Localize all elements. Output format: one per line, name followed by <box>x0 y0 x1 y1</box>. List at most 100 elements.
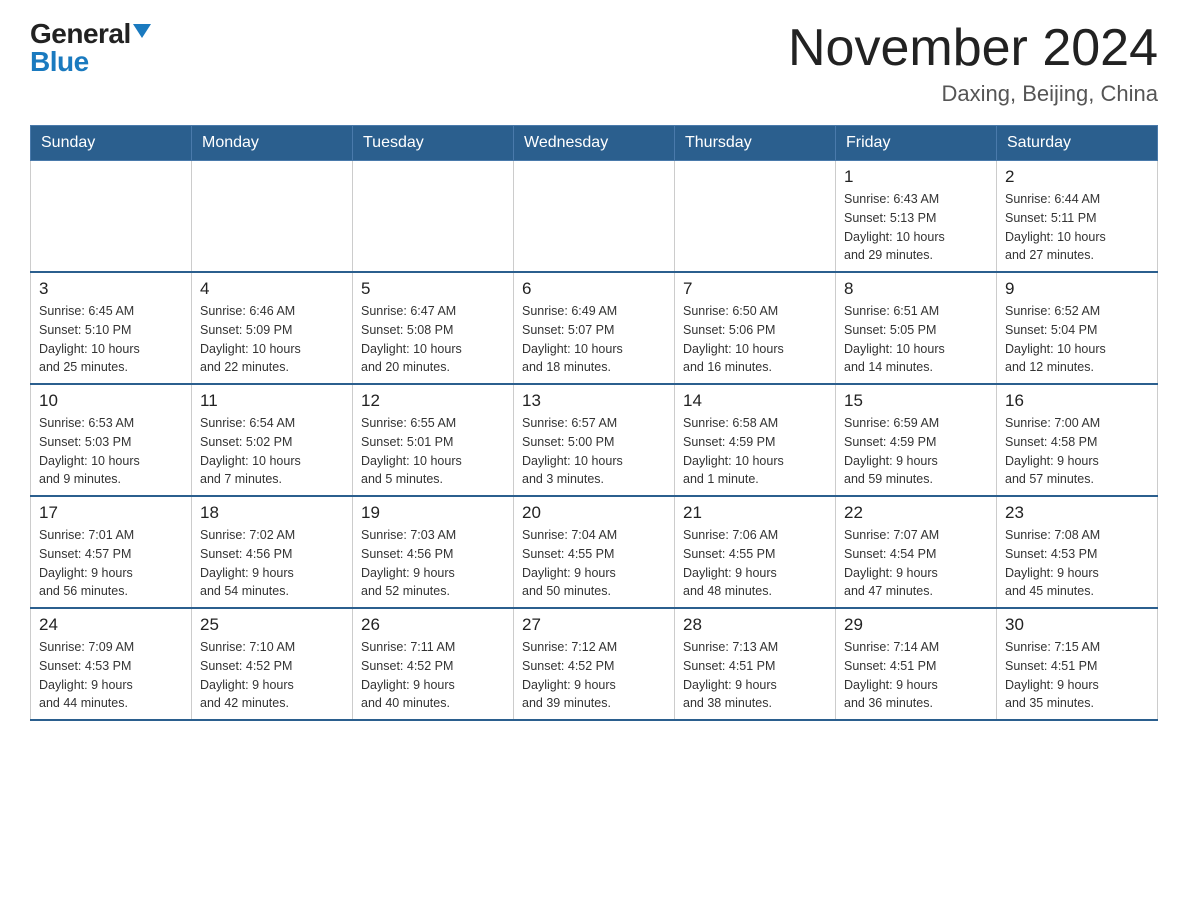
calendar-cell <box>192 161 353 273</box>
day-number: 13 <box>522 391 666 411</box>
day-number: 24 <box>39 615 183 635</box>
day-info: Sunrise: 7:12 AMSunset: 4:52 PMDaylight:… <box>522 638 666 713</box>
calendar-week-row: 10 Sunrise: 6:53 AMSunset: 5:03 PMDayligh… <box>31 384 1158 496</box>
calendar-cell: 19Sunrise: 7:03 AMSunset: 4:56 PMDayligh… <box>353 496 514 608</box>
day-info: Sunrise: 7:07 AMSunset: 4:54 PMDaylight:… <box>844 526 988 601</box>
day-info: Sunrise: 6:58 AMSunset: 4:59 PMDaylight:… <box>683 414 827 489</box>
day-number: 26 <box>361 615 505 635</box>
calendar-cell: 1Sunrise: 6:43 AMSunset: 5:13 PMDaylight… <box>836 161 997 273</box>
calendar-cell: 5 Sunrise: 6:47 AMSunset: 5:08 PMDaylight… <box>353 272 514 384</box>
logo-general-text: General <box>30 20 131 48</box>
day-info: Sunrise: 6:47 AMSunset: 5:08 PMDaylight:… <box>361 302 505 377</box>
calendar-cell: 29Sunrise: 7:14 AMSunset: 4:51 PMDayligh… <box>836 608 997 720</box>
logo-blue-text: Blue <box>30 48 89 76</box>
day-number: 27 <box>522 615 666 635</box>
day-info: Sunrise: 7:14 AMSunset: 4:51 PMDaylight:… <box>844 638 988 713</box>
calendar-week-row: 24 Sunrise: 7:09 AMSunset: 4:53 PMDayligh… <box>31 608 1158 720</box>
calendar-cell: 4 Sunrise: 6:46 AMSunset: 5:09 PMDaylight… <box>192 272 353 384</box>
calendar-week-row: 1Sunrise: 6:43 AMSunset: 5:13 PMDaylight… <box>31 161 1158 273</box>
day-info: Sunrise: 6:53 AMSunset: 5:03 PMDaylight:… <box>39 414 183 489</box>
day-number: 20 <box>522 503 666 523</box>
day-number: 30 <box>1005 615 1149 635</box>
day-info: Sunrise: 7:11 AMSunset: 4:52 PMDaylight:… <box>361 638 505 713</box>
day-number: 6 <box>522 279 666 299</box>
calendar-cell: 10 Sunrise: 6:53 AMSunset: 5:03 PMDayligh… <box>31 384 192 496</box>
month-title: November 2024 <box>788 20 1158 77</box>
day-info: Sunrise: 7:13 AMSunset: 4:51 PMDaylight:… <box>683 638 827 713</box>
calendar-table: SundayMondayTuesdayWednesdayThursdayFrid… <box>30 125 1158 721</box>
calendar-cell: 27 Sunrise: 7:12 AMSunset: 4:52 PMDayligh… <box>514 608 675 720</box>
calendar-cell: 3 Sunrise: 6:45 AMSunset: 5:10 PMDaylight… <box>31 272 192 384</box>
day-info: Sunrise: 6:49 AMSunset: 5:07 PMDaylight:… <box>522 302 666 377</box>
day-number: 2 <box>1005 167 1149 187</box>
day-info: Sunrise: 7:02 AMSunset: 4:56 PMDaylight:… <box>200 526 344 601</box>
day-number: 15 <box>844 391 988 411</box>
day-number: 17 <box>39 503 183 523</box>
calendar-cell: 30 Sunrise: 7:15 AMSunset: 4:51 PMDayligh… <box>997 608 1158 720</box>
day-number: 14 <box>683 391 827 411</box>
day-info: Sunrise: 7:08 AMSunset: 4:53 PMDaylight:… <box>1005 526 1149 601</box>
calendar-cell: 8 Sunrise: 6:51 AMSunset: 5:05 PMDaylight… <box>836 272 997 384</box>
calendar-cell <box>31 161 192 273</box>
day-info: Sunrise: 7:01 AMSunset: 4:57 PMDaylight:… <box>39 526 183 601</box>
calendar-cell: 21 Sunrise: 7:06 AMSunset: 4:55 PMDayligh… <box>675 496 836 608</box>
day-info: Sunrise: 6:44 AMSunset: 5:11 PMDaylight:… <box>1005 190 1149 265</box>
day-info: Sunrise: 7:03 AMSunset: 4:56 PMDaylight:… <box>361 526 505 601</box>
calendar-cell: 26 Sunrise: 7:11 AMSunset: 4:52 PMDayligh… <box>353 608 514 720</box>
calendar-cell: 12 Sunrise: 6:55 AMSunset: 5:01 PMDayligh… <box>353 384 514 496</box>
day-header-friday: Friday <box>836 126 997 161</box>
day-header-wednesday: Wednesday <box>514 126 675 161</box>
calendar-header-row: SundayMondayTuesdayWednesdayThursdayFrid… <box>31 126 1158 161</box>
day-number: 3 <box>39 279 183 299</box>
calendar-cell: 28Sunrise: 7:13 AMSunset: 4:51 PMDayligh… <box>675 608 836 720</box>
day-number: 12 <box>361 391 505 411</box>
day-number: 4 <box>200 279 344 299</box>
calendar-cell: 7 Sunrise: 6:50 AMSunset: 5:06 PMDaylight… <box>675 272 836 384</box>
calendar-cell <box>353 161 514 273</box>
day-info: Sunrise: 6:57 AMSunset: 5:00 PMDaylight:… <box>522 414 666 489</box>
day-info: Sunrise: 6:54 AMSunset: 5:02 PMDaylight:… <box>200 414 344 489</box>
calendar-cell: 2 Sunrise: 6:44 AMSunset: 5:11 PMDaylight… <box>997 161 1158 273</box>
calendar-cell: 20Sunrise: 7:04 AMSunset: 4:55 PMDayligh… <box>514 496 675 608</box>
day-number: 21 <box>683 503 827 523</box>
logo-triangle-icon <box>133 24 151 38</box>
calendar-cell <box>675 161 836 273</box>
calendar-cell: 24 Sunrise: 7:09 AMSunset: 4:53 PMDayligh… <box>31 608 192 720</box>
calendar-cell: 23Sunrise: 7:08 AMSunset: 4:53 PMDayligh… <box>997 496 1158 608</box>
day-number: 1 <box>844 167 988 187</box>
calendar-cell: 18 Sunrise: 7:02 AMSunset: 4:56 PMDayligh… <box>192 496 353 608</box>
day-info: Sunrise: 6:55 AMSunset: 5:01 PMDaylight:… <box>361 414 505 489</box>
day-number: 7 <box>683 279 827 299</box>
day-info: Sunrise: 7:00 AMSunset: 4:58 PMDaylight:… <box>1005 414 1149 489</box>
logo: General Blue <box>30 20 151 76</box>
day-info: Sunrise: 6:46 AMSunset: 5:09 PMDaylight:… <box>200 302 344 377</box>
day-info: Sunrise: 6:59 AMSunset: 4:59 PMDaylight:… <box>844 414 988 489</box>
day-number: 18 <box>200 503 344 523</box>
day-number: 22 <box>844 503 988 523</box>
calendar-week-row: 17 Sunrise: 7:01 AMSunset: 4:57 PMDayligh… <box>31 496 1158 608</box>
calendar-cell: 25Sunrise: 7:10 AMSunset: 4:52 PMDayligh… <box>192 608 353 720</box>
day-number: 10 <box>39 391 183 411</box>
day-info: Sunrise: 6:51 AMSunset: 5:05 PMDaylight:… <box>844 302 988 377</box>
day-number: 25 <box>200 615 344 635</box>
day-header-monday: Monday <box>192 126 353 161</box>
calendar-cell <box>514 161 675 273</box>
calendar-cell: 9Sunrise: 6:52 AMSunset: 5:04 PMDaylight… <box>997 272 1158 384</box>
day-number: 16 <box>1005 391 1149 411</box>
calendar-cell: 14 Sunrise: 6:58 AMSunset: 4:59 PMDayligh… <box>675 384 836 496</box>
day-info: Sunrise: 6:45 AMSunset: 5:10 PMDaylight:… <box>39 302 183 377</box>
day-number: 8 <box>844 279 988 299</box>
calendar-cell: 13 Sunrise: 6:57 AMSunset: 5:00 PMDayligh… <box>514 384 675 496</box>
day-number: 5 <box>361 279 505 299</box>
page-header: General Blue November 2024 Daxing, Beiji… <box>30 20 1158 107</box>
day-number: 9 <box>1005 279 1149 299</box>
location-subtitle: Daxing, Beijing, China <box>788 81 1158 107</box>
day-info: Sunrise: 7:06 AMSunset: 4:55 PMDaylight:… <box>683 526 827 601</box>
day-info: Sunrise: 6:50 AMSunset: 5:06 PMDaylight:… <box>683 302 827 377</box>
calendar-cell: 6 Sunrise: 6:49 AMSunset: 5:07 PMDaylight… <box>514 272 675 384</box>
header-right: November 2024 Daxing, Beijing, China <box>788 20 1158 107</box>
calendar-cell: 22 Sunrise: 7:07 AMSunset: 4:54 PMDayligh… <box>836 496 997 608</box>
calendar-cell: 17 Sunrise: 7:01 AMSunset: 4:57 PMDayligh… <box>31 496 192 608</box>
day-info: Sunrise: 7:09 AMSunset: 4:53 PMDaylight:… <box>39 638 183 713</box>
day-info: Sunrise: 7:15 AMSunset: 4:51 PMDaylight:… <box>1005 638 1149 713</box>
